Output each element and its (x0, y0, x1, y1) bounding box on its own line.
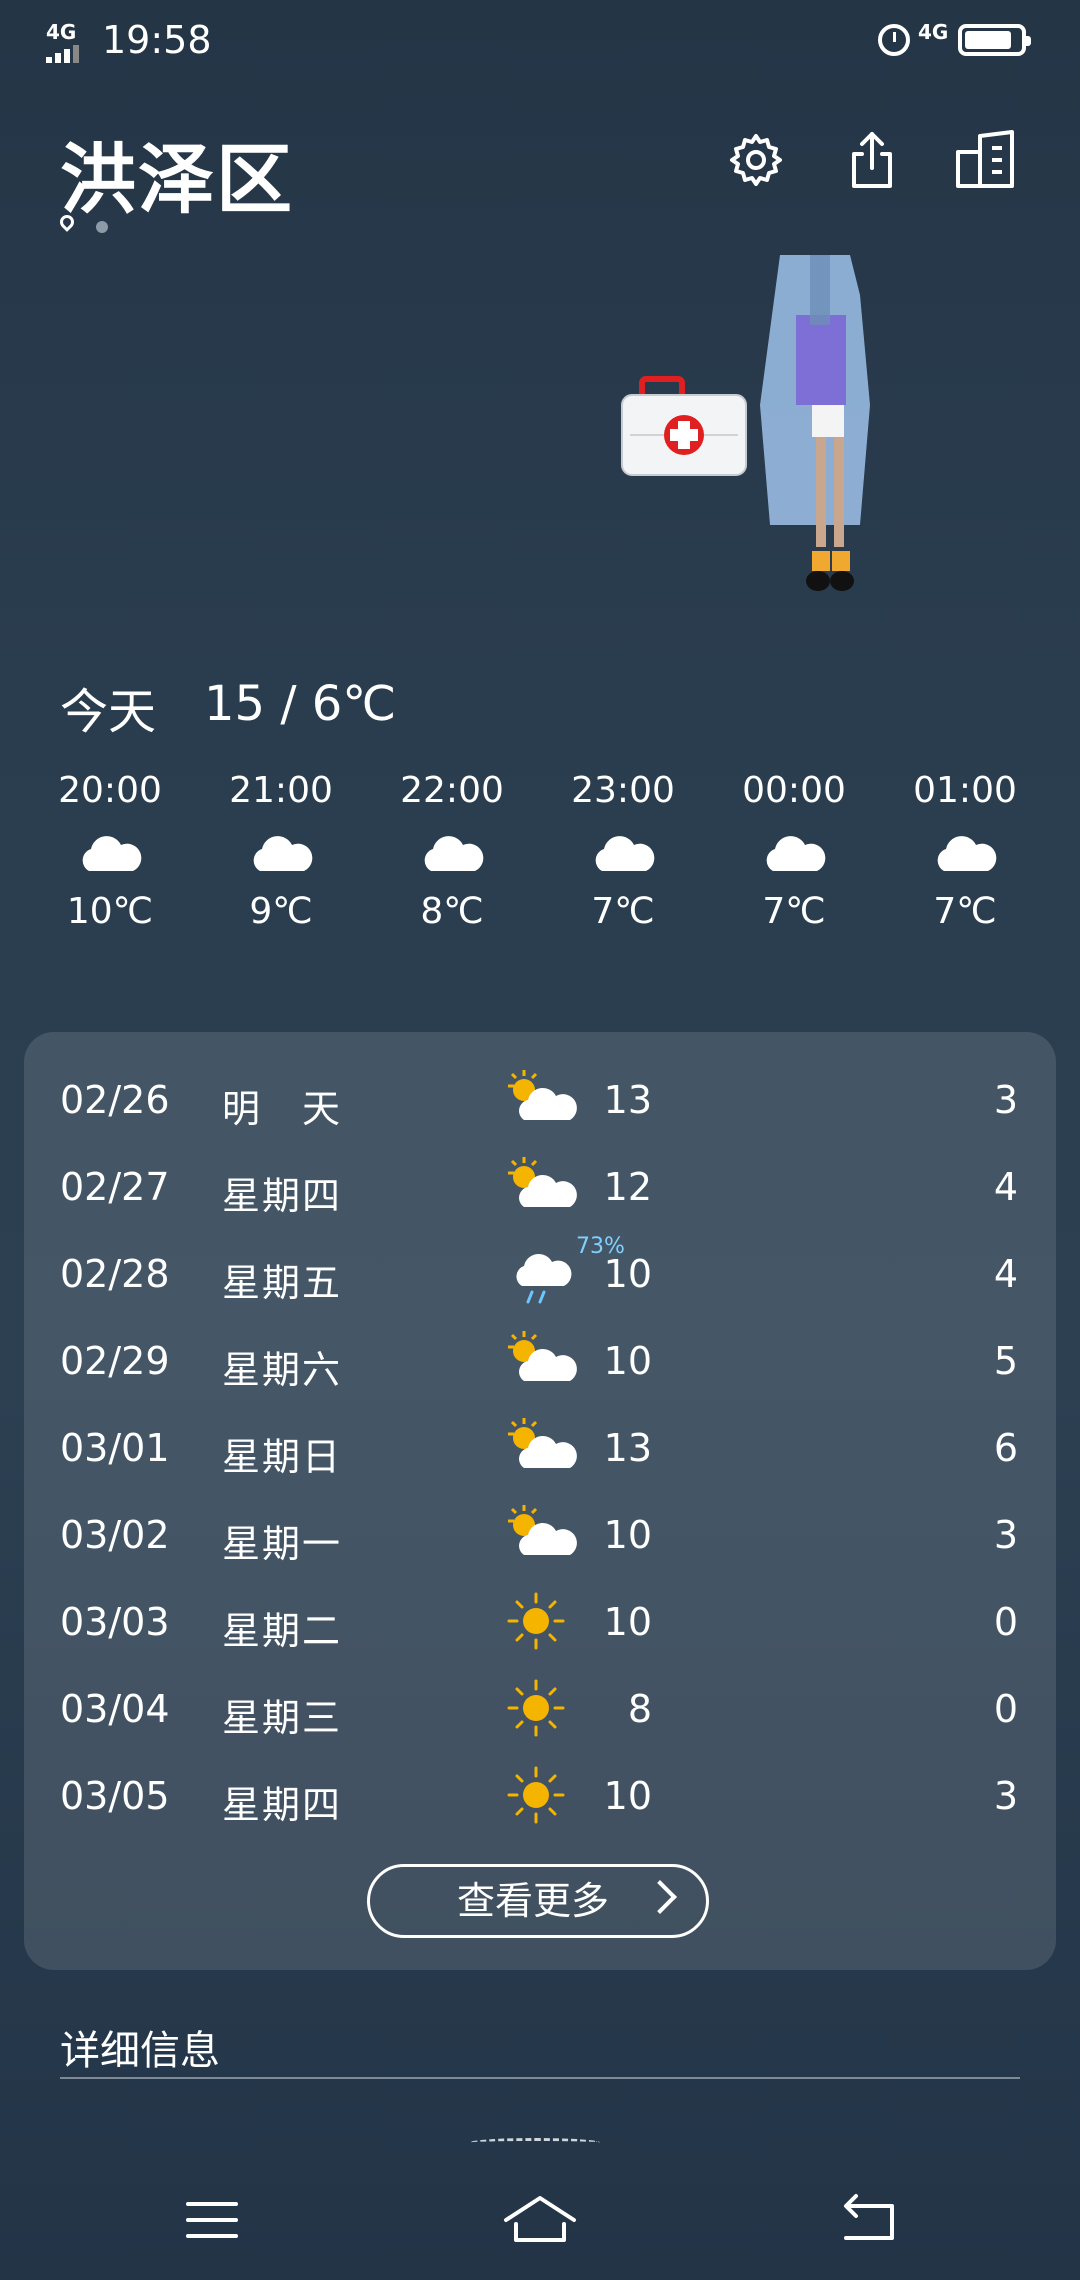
partly-cloudy-icon (502, 1325, 602, 1395)
cloud-icon (895, 829, 1035, 879)
back-icon (844, 2194, 894, 2240)
battery-icon (958, 24, 1031, 56)
status-time: 19:58 (102, 18, 212, 62)
first-aid-kit-icon (621, 376, 747, 476)
navigation-bar (0, 2170, 1080, 2280)
forecast-row[interactable]: 03/02 星期一 10 3 (24, 1491, 1056, 1577)
person-figure (760, 255, 870, 591)
forecast-row[interactable]: 02/29 星期六 10 5 (24, 1317, 1056, 1403)
hourly-item: 20:00 10℃ (40, 770, 180, 932)
home-button[interactable] (500, 2190, 580, 2250)
weather-illustration (620, 255, 920, 635)
share-button[interactable] (840, 128, 904, 192)
city-name[interactable]: 洪泽区 (60, 118, 294, 228)
see-more-button[interactable]: 查看更多 (367, 1864, 709, 1938)
today-label: 今天 (60, 684, 157, 740)
alarm-icon (878, 24, 910, 56)
page-dot (96, 221, 108, 233)
cloud-icon (211, 829, 351, 879)
sun-icon (502, 1760, 602, 1830)
city-manage-button[interactable] (954, 128, 1018, 192)
network-type: 4G (46, 20, 77, 44)
hourly-item: 00:00 7℃ (724, 770, 864, 932)
details-heading: 详细信息 (60, 2028, 220, 2074)
loading-indicator (470, 2138, 600, 2147)
buildings-icon (956, 130, 1014, 188)
today-temp-range: 15 / 6℃ (204, 676, 397, 732)
status-bar: 4G 19:58 4G (0, 0, 1080, 84)
forecast-row[interactable]: 03/05 星期四 10 3 (24, 1752, 1056, 1838)
forecast-row[interactable]: 03/01 星期日 13 6 (24, 1404, 1056, 1490)
share-icon (852, 132, 892, 188)
chevron-right-icon (643, 1880, 677, 1914)
forecast-row[interactable]: 03/03 星期二 10 0 (24, 1578, 1056, 1664)
home-icon (504, 2196, 576, 2242)
forecast-row[interactable]: 02/27 星期四 12 4 (24, 1143, 1056, 1229)
gear-icon (730, 134, 782, 186)
forecast-row[interactable]: 03/04 星期三 8 0 (24, 1665, 1056, 1751)
cloud-icon (40, 829, 180, 879)
forecast-row[interactable]: 02/26 明 天 13 3 (24, 1056, 1056, 1142)
hourly-forecast[interactable]: 20:00 10℃ 21:00 9℃ 22:00 8℃ 23:00 7℃ 00:… (40, 770, 1040, 960)
cloud-icon (553, 829, 693, 879)
menu-icon (186, 2202, 238, 2238)
daily-forecast-card: 02/26 明 天 13 3 02/27 星期四 12 4 02/28 星期五 … (24, 1032, 1056, 1970)
cloud-icon (724, 829, 864, 879)
partly-cloudy-icon (502, 1412, 602, 1482)
signal-icon: 4G (44, 20, 92, 63)
partly-cloudy-icon (502, 1499, 602, 1569)
partly-cloudy-icon (502, 1064, 602, 1134)
partly-cloudy-icon (502, 1151, 602, 1221)
settings-button[interactable] (724, 128, 788, 192)
network-type-right: 4G (918, 20, 949, 44)
hourly-item: 01:00 7℃ (895, 770, 1035, 932)
sun-icon (502, 1586, 602, 1656)
divider (60, 2077, 1020, 2079)
hourly-item: 21:00 9℃ (211, 770, 351, 932)
hourly-item: 23:00 7℃ (553, 770, 693, 932)
back-button[interactable] (830, 2190, 910, 2250)
hourly-item: 22:00 8℃ (382, 770, 522, 932)
sun-icon (502, 1673, 602, 1743)
cloud-icon (382, 829, 522, 879)
menu-button[interactable] (172, 2190, 252, 2250)
forecast-row[interactable]: 02/28 星期五 73% 10 4 (24, 1230, 1056, 1316)
